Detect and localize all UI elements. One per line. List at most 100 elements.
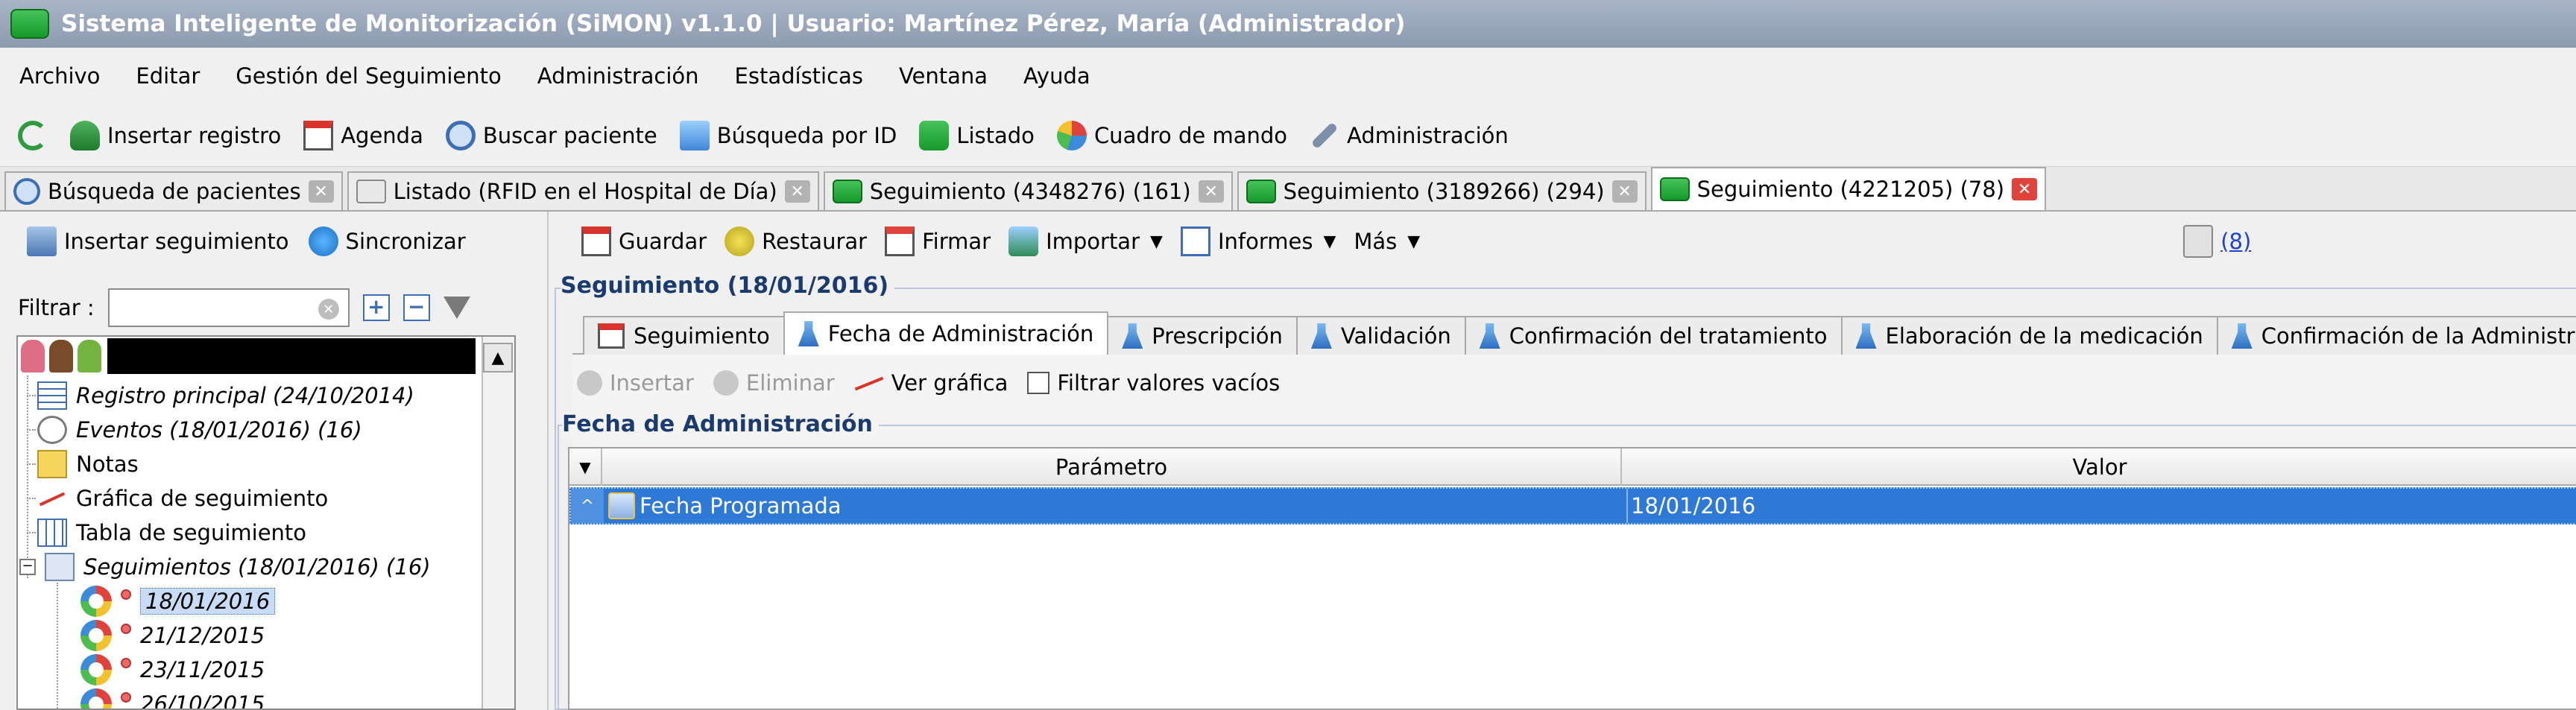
tab-listado-rfid[interactable]: Listado (RFID en el Hospital de Día) ✕ bbox=[347, 171, 819, 210]
tab-confirmacion-tratamiento[interactable]: Confirmación del tratamiento bbox=[1464, 316, 1843, 355]
eliminar-button[interactable]: Eliminar bbox=[713, 370, 835, 396]
tab-label: Confirmación del tratamiento bbox=[1509, 323, 1828, 349]
agenda-button[interactable]: Agenda bbox=[303, 120, 423, 150]
menu-gestion-seguimiento[interactable]: Gestión del Seguimiento bbox=[236, 63, 501, 89]
tab-label: Seguimiento (4221205) (78) bbox=[1696, 177, 2005, 202]
parameter-table[interactable]: ▼ Parámetro Valor ^ Fecha Programada 18/… bbox=[568, 447, 2576, 710]
folder-records-icon bbox=[45, 553, 75, 581]
tree-date-item[interactable]: 23/11/2015 bbox=[80, 653, 265, 687]
tab-label: Seguimiento (4348276) (161) bbox=[869, 179, 1191, 204]
tab-label: Elaboración de la medicación bbox=[1885, 323, 2203, 349]
ver-grafica-label: Ver gráfica bbox=[891, 370, 1008, 396]
cell-valor[interactable]: 18/01/2016 bbox=[1626, 489, 2573, 523]
expand-all-icon[interactable]: + bbox=[362, 294, 390, 321]
tree-date-item[interactable]: 26/10/2015 bbox=[80, 687, 265, 709]
tab-validacion[interactable]: Validación bbox=[1295, 316, 1466, 355]
tree-node-seguimientos[interactable]: − Seguimientos (18/01/2016) (16) bbox=[19, 550, 431, 584]
tab-seguimiento-4348276[interactable]: Seguimiento (4348276) (161) ✕ bbox=[823, 171, 1233, 210]
scroll-up-icon[interactable]: ▲ bbox=[483, 343, 513, 373]
menu-estadisticas[interactable]: Estadísticas bbox=[735, 63, 863, 89]
cuadro-mando-button[interactable]: Cuadro de mando bbox=[1056, 120, 1287, 150]
refresh-button[interactable] bbox=[18, 120, 48, 150]
filtrar-vacios-checkbox[interactable]: Filtrar valores vacíos bbox=[1027, 370, 1280, 396]
tree-date-item[interactable]: 21/12/2015 bbox=[80, 618, 265, 653]
title-bar: Sistema Inteligente de Monitorización (S… bbox=[0, 0, 2576, 48]
table-row[interactable]: ^ Fecha Programada 18/01/2016 bbox=[569, 487, 2576, 524]
filter-row: Filtrar : ✕ + − bbox=[18, 285, 470, 331]
insertar-button[interactable]: Insertar bbox=[577, 370, 694, 396]
menu-editar[interactable]: Editar bbox=[136, 63, 200, 89]
list-icon bbox=[919, 120, 950, 150]
calendar-icon bbox=[598, 323, 625, 349]
notices-link[interactable]: (8) bbox=[2220, 229, 2251, 254]
tab-elaboracion-medicacion[interactable]: Elaboración de la medicación bbox=[1840, 316, 2218, 355]
importar-button[interactable]: Importar ▼ bbox=[1008, 226, 1163, 256]
tab-prescripcion[interactable]: Prescripción bbox=[1107, 316, 1298, 355]
restore-icon bbox=[724, 226, 755, 256]
checkbox-box[interactable] bbox=[1027, 372, 1050, 394]
tree-node-eventos[interactable]: Eventos (18/01/2016) (16) bbox=[37, 413, 362, 447]
firmar-button[interactable]: Firmar bbox=[885, 226, 991, 256]
menu-ayuda[interactable]: Ayuda bbox=[1023, 63, 1090, 89]
tab-label: Seguimiento bbox=[634, 323, 770, 349]
filter-input[interactable]: ✕ bbox=[107, 288, 350, 327]
search-patient-icon bbox=[445, 120, 476, 150]
column-header-valor[interactable]: Valor bbox=[1622, 448, 2576, 486]
seguimiento-panel: Seguimiento (18/01/2016) Seguimiento Fec… bbox=[550, 271, 2576, 710]
mas-button[interactable]: Más ▼ bbox=[1354, 229, 1420, 254]
guardar-button[interactable]: Guardar bbox=[581, 226, 707, 256]
insertar-seguimiento-button[interactable]: Insertar seguimiento bbox=[27, 226, 289, 256]
clear-icon[interactable]: ✕ bbox=[318, 299, 339, 320]
buscar-paciente-button[interactable]: Buscar paciente bbox=[445, 120, 657, 150]
filter-label: Filtrar : bbox=[18, 295, 95, 320]
column-header-parametro[interactable]: Parámetro bbox=[602, 448, 1622, 486]
tab-fecha-administracion[interactable]: Fecha de Administración bbox=[783, 311, 1109, 355]
close-icon[interactable]: ✕ bbox=[308, 180, 334, 203]
tab-busqueda-pacientes[interactable]: Búsqueda de pacientes ✕ bbox=[4, 171, 343, 210]
tree-scrollbar[interactable]: ▲ bbox=[482, 337, 514, 709]
collapse-icon[interactable]: − bbox=[19, 559, 36, 575]
filter-funnel-icon[interactable] bbox=[443, 297, 470, 319]
close-icon[interactable]: ✕ bbox=[784, 180, 810, 203]
column-menu-icon[interactable]: ▼ bbox=[569, 448, 602, 486]
tab-seguimiento-4221205[interactable]: Seguimiento (4221205) (78) ✕ bbox=[1650, 167, 2047, 210]
cell-parametro[interactable]: Fecha Programada bbox=[640, 489, 1622, 523]
close-icon[interactable]: ✕ bbox=[1198, 180, 1224, 203]
tab-label: Confirmación de la Administración bbox=[2261, 323, 2576, 349]
chevron-down-icon: ▼ bbox=[1150, 232, 1163, 251]
calendar-entry-icon bbox=[608, 492, 635, 519]
restaurar-button[interactable]: Restaurar bbox=[724, 226, 867, 256]
wrench-icon bbox=[1310, 121, 1339, 149]
patient-tree[interactable]: Registro principal (24/10/2014) Eventos … bbox=[16, 335, 516, 710]
collapse-all-icon[interactable]: − bbox=[402, 294, 430, 321]
row-expand-icon[interactable]: ^ bbox=[571, 489, 604, 523]
sincronizar-button[interactable]: Sincronizar bbox=[308, 226, 466, 256]
status-ring-icon bbox=[80, 688, 112, 709]
menu-ventana[interactable]: Ventana bbox=[899, 63, 988, 89]
busqueda-id-button[interactable]: Búsqueda por ID bbox=[679, 120, 897, 150]
tree-node-tabla[interactable]: Tabla de seguimiento bbox=[37, 516, 306, 550]
tree-node-notas[interactable]: Notas bbox=[37, 447, 139, 481]
notices-button[interactable]: (8) bbox=[2183, 225, 2251, 258]
close-icon[interactable]: ✕ bbox=[1611, 180, 1638, 203]
status-dot-icon bbox=[121, 692, 131, 703]
menu-administracion[interactable]: Administración bbox=[537, 63, 699, 89]
tree-line bbox=[27, 375, 28, 578]
listado-button[interactable]: Listado bbox=[919, 120, 1035, 150]
tab-seguimiento[interactable]: Seguimiento bbox=[583, 316, 785, 355]
informes-button[interactable]: Informes ▼ bbox=[1180, 226, 1336, 256]
tab-confirmacion-administracion[interactable]: Confirmación de la Administración bbox=[2216, 316, 2576, 355]
window-title: Sistema Inteligente de Monitorización (S… bbox=[61, 10, 1406, 37]
tree-node-registro-principal[interactable]: Registro principal (24/10/2014) bbox=[37, 378, 414, 413]
insertar-registro-button[interactable]: Insertar registro bbox=[70, 120, 281, 150]
menu-archivo[interactable]: Archivo bbox=[19, 63, 100, 89]
patient-header bbox=[18, 337, 514, 375]
ver-grafica-button[interactable]: Ver gráfica bbox=[854, 370, 1008, 396]
tree-date-item[interactable]: 18/01/2016 bbox=[80, 584, 276, 618]
administracion-button[interactable]: Administración bbox=[1310, 121, 1509, 149]
tab-seguimiento-3189266[interactable]: Seguimiento (3189266) (294) ✕ bbox=[1237, 171, 1647, 210]
close-icon[interactable]: ✕ bbox=[2012, 178, 2038, 200]
tree-node-grafica[interactable]: Gráfica de seguimiento bbox=[37, 481, 328, 516]
status-ring-icon bbox=[80, 586, 112, 617]
insertar-label: Insertar bbox=[610, 370, 694, 396]
